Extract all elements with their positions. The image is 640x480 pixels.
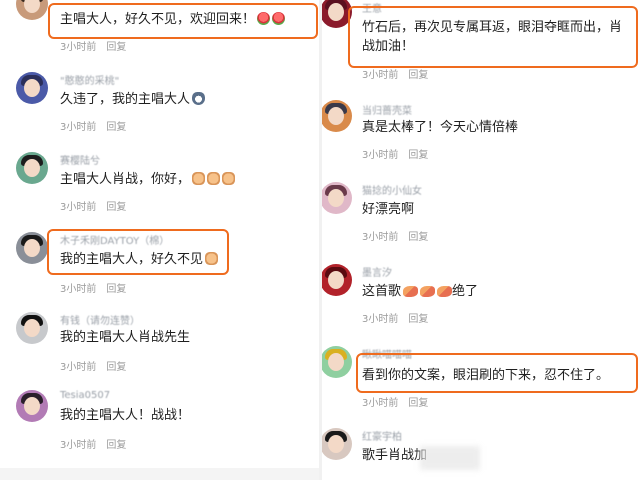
timestamp: 3小时前 — [362, 232, 399, 243]
avatar-face — [24, 397, 40, 415]
reply-button[interactable]: 回复 — [408, 150, 428, 161]
highlight-box — [47, 229, 229, 275]
avatar-face — [328, 3, 344, 21]
comment-item: 当归蔷壳菜 真是太棒了！今天心情倍棒 3小时前 回复 — [322, 96, 640, 166]
fist-emoji — [192, 172, 206, 185]
comment-text: 真是太棒了！今天心情倍棒 — [362, 120, 519, 135]
avatar-face — [24, 239, 40, 257]
comment-meta: 3小时前 回复 — [362, 394, 428, 409]
username[interactable]: 当归蔷壳菜 — [362, 102, 412, 117]
fist-emoji — [207, 172, 221, 185]
comment-meta: 3小时前 回复 — [362, 146, 428, 161]
comment-meta: 3小时前 回复 — [362, 310, 428, 325]
avatar[interactable] — [322, 182, 352, 214]
comment-meta: 3小时前 回复 — [362, 66, 428, 81]
comment-text: 我的主唱大人！战战！ — [60, 408, 191, 423]
avatar[interactable] — [322, 100, 352, 132]
timestamp: 3小时前 — [362, 70, 399, 81]
avatar-face — [328, 353, 344, 371]
left-comment-panel: 主唱大人，好久不见，欢迎回来！ 3小时前 回复 "憨憨的采桃" 久违了，我的主唱大… — [0, 0, 320, 480]
reply-button[interactable]: 回复 — [106, 42, 126, 53]
reply-button[interactable]: 回复 — [408, 398, 428, 409]
fist-emoji — [222, 172, 236, 185]
timestamp: 3小时前 — [60, 122, 97, 133]
avatar[interactable] — [16, 312, 48, 344]
avatar-face — [24, 0, 40, 13]
avatar[interactable] — [16, 390, 48, 422]
comment-text: 我的主唱大人肖战先生 — [60, 330, 191, 345]
comment-text: 歌手肖战加 — [362, 448, 428, 463]
comment-meta: 3小时前 回复 — [60, 280, 126, 295]
timestamp: 3小时前 — [60, 42, 97, 53]
cat-emoji — [192, 92, 206, 105]
reply-button[interactable]: 回复 — [408, 314, 428, 325]
timestamp: 3小时前 — [60, 440, 97, 451]
timestamp: 3小时前 — [362, 150, 399, 161]
comment-item: 有钱（请勿连赞） 我的主唱大人肖战先生 3小时前 回复 — [0, 306, 320, 376]
reply-button[interactable]: 回复 — [106, 122, 126, 133]
username[interactable]: Tesia0507 — [60, 390, 110, 401]
sausage-emoji — [420, 286, 436, 297]
comment-text: 主唱大人肖战，你好， — [60, 170, 236, 189]
comment-text: 久违了，我的主唱大人 — [60, 90, 206, 109]
timestamp: 3小时前 — [60, 362, 97, 373]
avatar-face — [24, 159, 40, 177]
avatar-face — [328, 271, 344, 289]
avatar-face — [328, 107, 344, 125]
comment-meta: 3小时前 回复 — [60, 198, 126, 213]
sausage-emoji — [403, 286, 419, 297]
sausage-emoji — [437, 286, 453, 297]
avatar[interactable] — [322, 346, 352, 378]
avatar-face — [24, 79, 40, 97]
right-comment-panel: 王意 竹石后，再次见专属耳返，眼泪夺眶而出，肖战加油！ 3小时前 回复 当归蔷壳菜… — [322, 0, 640, 480]
comment-meta: 3小时前 回复 — [60, 118, 126, 133]
reply-button[interactable]: 回复 — [408, 232, 428, 243]
highlight-box — [356, 353, 638, 393]
comment-item: 墨言汐 这首歌 绝了 3小时前 回复 — [322, 258, 640, 338]
timestamp: 3小时前 — [362, 314, 399, 325]
timestamp: 3小时前 — [60, 284, 97, 295]
highlight-box — [48, 3, 318, 39]
comment-item: 赛樱陆兮 主唱大人肖战，你好， 3小时前 回复 — [0, 146, 320, 216]
comment-meta: 3小时前 回复 — [60, 436, 126, 451]
avatar-face — [328, 189, 344, 207]
reply-button[interactable]: 回复 — [106, 284, 126, 295]
comment-text: 这首歌 绝了 — [362, 284, 479, 299]
comment-text: 好漂亮啊 — [362, 202, 415, 217]
username[interactable]: 猫捻的小仙女 — [362, 182, 422, 197]
reply-button[interactable]: 回复 — [106, 202, 126, 213]
avatar[interactable] — [16, 72, 48, 104]
avatar-face — [328, 435, 344, 453]
comment-item: 猫捻的小仙女 好漂亮啊 3小时前 回复 — [322, 176, 640, 246]
timestamp: 3小时前 — [60, 202, 97, 213]
avatar[interactable] — [322, 264, 352, 296]
username[interactable]: 红豪宇柏 — [362, 428, 402, 443]
comment-item: "憨憨的采桃" 久违了，我的主唱大人 3小时前 回复 — [0, 66, 320, 136]
avatar[interactable] — [16, 152, 48, 184]
highlight-box — [348, 6, 638, 68]
username[interactable]: "憨憨的采桃" — [60, 72, 119, 87]
comment-meta: 3小时前 回复 — [362, 228, 428, 243]
username[interactable]: 墨言汐 — [362, 264, 392, 279]
comment-item: Tesia0507 我的主唱大人！战战！ 3小时前 回复 — [0, 384, 320, 464]
reply-button[interactable]: 回复 — [106, 440, 126, 451]
avatar-face — [24, 319, 40, 337]
reply-button[interactable]: 回复 — [408, 70, 428, 81]
bottom-strip — [0, 468, 320, 480]
comment-meta: 3小时前 回复 — [60, 38, 126, 53]
comment-meta: 3小时前 回复 — [60, 358, 126, 373]
avatar[interactable] — [322, 428, 352, 460]
watermark — [420, 446, 480, 470]
avatar[interactable] — [16, 0, 48, 20]
comment-item: 红豪宇柏 歌手肖战加 — [322, 422, 640, 480]
username[interactable]: 赛樱陆兮 — [60, 152, 100, 167]
username[interactable]: 有钱（请勿连赞） — [60, 312, 140, 327]
reply-button[interactable]: 回复 — [106, 362, 126, 373]
avatar[interactable] — [16, 232, 48, 264]
timestamp: 3小时前 — [362, 398, 399, 409]
